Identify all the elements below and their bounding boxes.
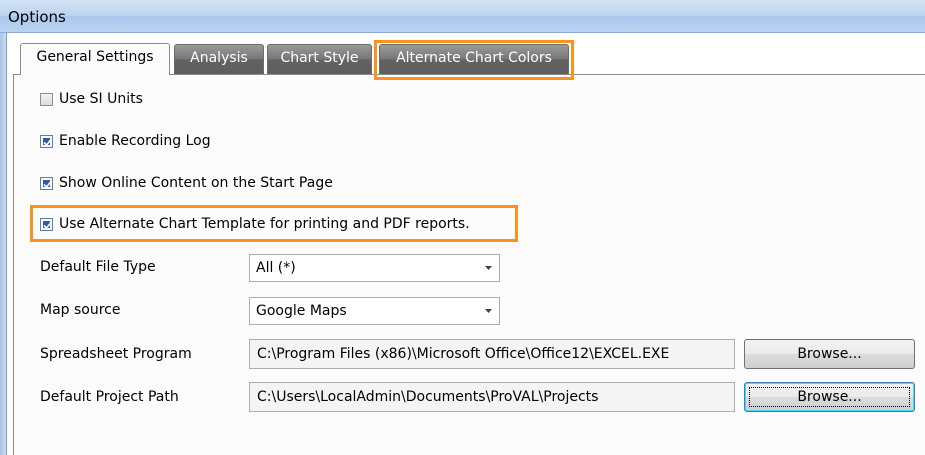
spreadsheet-program-path: C:\Program Files (x86)\Microsoft Office\… bbox=[257, 346, 670, 362]
default-file-type-select[interactable]: All (*) bbox=[249, 254, 500, 282]
checkbox-box[interactable] bbox=[40, 92, 53, 106]
chevron-down-icon[interactable] bbox=[485, 309, 492, 313]
default-file-type-label: Default File Type bbox=[40, 259, 156, 275]
map-source-value: Google Maps bbox=[256, 303, 347, 319]
tab-general-settings[interactable]: General Settings bbox=[20, 43, 170, 75]
tab-highlight-box bbox=[374, 40, 574, 80]
default-project-path-label: Default Project Path bbox=[40, 389, 179, 405]
default-file-type-value: All (*) bbox=[256, 260, 296, 276]
chevron-down-icon[interactable] bbox=[485, 266, 492, 270]
focus-rectangle bbox=[749, 387, 910, 407]
tab-chart-style[interactable]: Chart Style bbox=[267, 44, 372, 74]
checkbox-label: Enable Recording Log bbox=[59, 133, 211, 149]
title-bar[interactable]: Options bbox=[0, 0, 925, 33]
checkbox-label: Use Alternate Chart Template for printin… bbox=[59, 216, 470, 232]
default-project-path-field[interactable]: C:\Users\LocalAdmin\Documents\ProVAL\Pro… bbox=[249, 382, 735, 412]
checkmark-icon bbox=[43, 180, 52, 188]
project-path-browse-button[interactable]: Browse... bbox=[744, 382, 915, 412]
use-si-units-checkbox[interactable]: Use SI Units bbox=[40, 89, 143, 109]
map-source-label: Map source bbox=[40, 302, 121, 318]
browse-button-label: Browse... bbox=[797, 346, 862, 362]
default-project-path-value: C:\Users\LocalAdmin\Documents\ProVAL\Pro… bbox=[257, 389, 599, 405]
spreadsheet-program-label: Spreadsheet Program bbox=[40, 346, 192, 362]
spreadsheet-browse-button[interactable]: Browse... bbox=[744, 339, 915, 369]
window-title: Options bbox=[8, 8, 66, 26]
window-frame-border bbox=[6, 33, 7, 455]
checkbox-box[interactable] bbox=[40, 217, 53, 231]
checkbox-box[interactable] bbox=[40, 134, 53, 148]
use-alternate-chart-template-checkbox[interactable]: Use Alternate Chart Template for printin… bbox=[40, 214, 470, 234]
tab-analysis[interactable]: Analysis bbox=[174, 44, 264, 74]
checkbox-label: Use SI Units bbox=[59, 91, 143, 107]
checkbox-box[interactable] bbox=[40, 176, 53, 190]
checkmark-icon bbox=[43, 221, 52, 229]
checkmark-icon bbox=[43, 138, 52, 146]
show-online-content-checkbox[interactable]: Show Online Content on the Start Page bbox=[40, 173, 333, 193]
spreadsheet-program-field[interactable]: C:\Program Files (x86)\Microsoft Office\… bbox=[249, 339, 735, 369]
checkbox-label: Show Online Content on the Start Page bbox=[59, 175, 333, 191]
map-source-select[interactable]: Google Maps bbox=[249, 297, 500, 325]
enable-recording-log-checkbox[interactable]: Enable Recording Log bbox=[40, 131, 211, 151]
